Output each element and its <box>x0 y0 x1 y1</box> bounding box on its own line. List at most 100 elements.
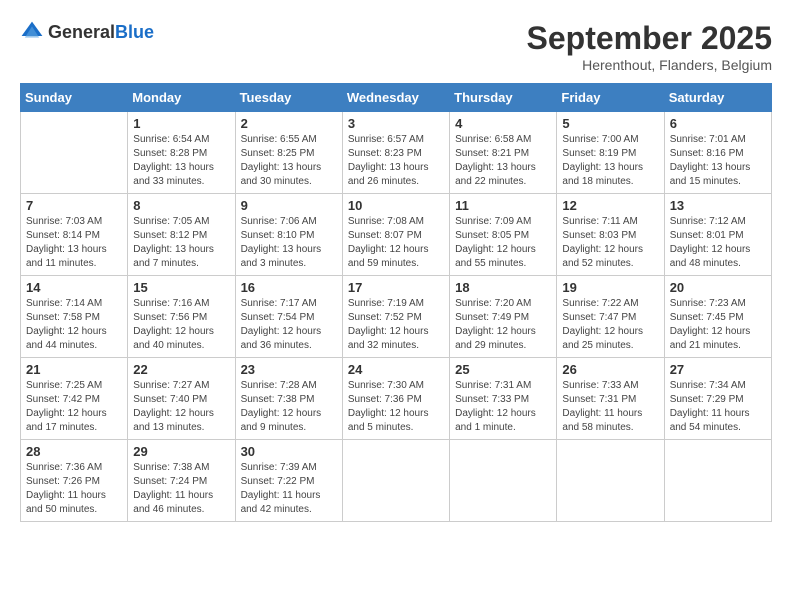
day-number: 2 <box>241 116 337 131</box>
day-info: Sunrise: 7:39 AM Sunset: 7:22 PM Dayligh… <box>241 461 337 517</box>
calendar-cell: 7 Sunrise: 7:03 AM Sunset: 8:14 PM Daylig… <box>21 194 128 276</box>
day-number: 20 <box>670 280 766 295</box>
calendar-cell: 15 Sunrise: 7:16 AM Sunset: 7:56 PM Dayli… <box>128 276 235 358</box>
day-info: Sunrise: 7:27 AM Sunset: 7:40 PM Dayligh… <box>133 379 229 435</box>
day-number: 14 <box>26 280 122 295</box>
calendar-week-row-3: 14 Sunrise: 7:14 AM Sunset: 7:58 PM Dayli… <box>21 276 772 358</box>
calendar-week-row-2: 7 Sunrise: 7:03 AM Sunset: 8:14 PM Daylig… <box>21 194 772 276</box>
day-info: Sunrise: 7:12 AM Sunset: 8:01 PM Dayligh… <box>670 215 766 271</box>
calendar-cell: 10Sunrise: 7:08 AM Sunset: 8:07 PM Dayli… <box>342 194 449 276</box>
day-number: 4 <box>455 116 551 131</box>
location-title: Herenthout, Flanders, Belgium <box>527 57 772 73</box>
day-info: Sunrise: 7:31 AM Sunset: 7:33 PM Dayligh… <box>455 379 551 435</box>
day-info: Sunrise: 7:14 AM Sunset: 7:58 PM Dayligh… <box>26 297 122 353</box>
calendar-cell: 26 Sunrise: 7:33 AM Sunset: 7:31 PM Dayli… <box>557 358 664 440</box>
day-info: Sunrise: 7:23 AM Sunset: 7:45 PM Dayligh… <box>670 297 766 353</box>
day-number: 18 <box>455 280 551 295</box>
day-number: 23 <box>241 362 337 377</box>
day-info: Sunrise: 7:03 AM Sunset: 8:14 PM Dayligh… <box>26 215 122 271</box>
calendar-week-row-4: 21 Sunrise: 7:25 AM Sunset: 7:42 PM Dayli… <box>21 358 772 440</box>
calendar-cell <box>21 112 128 194</box>
calendar-cell: 12 Sunrise: 7:11 AM Sunset: 8:03 PM Dayli… <box>557 194 664 276</box>
calendar-cell: 25Sunrise: 7:31 AM Sunset: 7:33 PM Dayli… <box>450 358 557 440</box>
calendar-header-wednesday: Wednesday <box>342 84 449 112</box>
calendar-header-thursday: Thursday <box>450 84 557 112</box>
calendar-week-row-1: 1 Sunrise: 6:54 AM Sunset: 8:28 PM Daylig… <box>21 112 772 194</box>
day-number: 10 <box>348 198 444 213</box>
day-info: Sunrise: 7:01 AM Sunset: 8:16 PM Dayligh… <box>670 133 766 189</box>
day-info: Sunrise: 7:28 AM Sunset: 7:38 PM Dayligh… <box>241 379 337 435</box>
calendar-cell: 29 Sunrise: 7:38 AM Sunset: 7:24 PM Dayli… <box>128 440 235 522</box>
calendar-cell: 6 Sunrise: 7:01 AM Sunset: 8:16 PM Daylig… <box>664 112 771 194</box>
day-info: Sunrise: 6:54 AM Sunset: 8:28 PM Dayligh… <box>133 133 229 189</box>
calendar-cell: 22 Sunrise: 7:27 AM Sunset: 7:40 PM Dayli… <box>128 358 235 440</box>
day-number: 26 <box>562 362 658 377</box>
day-number: 21 <box>26 362 122 377</box>
day-number: 17 <box>348 280 444 295</box>
calendar-cell: 30 Sunrise: 7:39 AM Sunset: 7:22 PM Dayli… <box>235 440 342 522</box>
calendar-cell: 8 Sunrise: 7:05 AM Sunset: 8:12 PM Daylig… <box>128 194 235 276</box>
day-number: 9 <box>241 198 337 213</box>
calendar-cell <box>557 440 664 522</box>
calendar-table: SundayMondayTuesdayWednesdayThursdayFrid… <box>20 83 772 522</box>
day-info: Sunrise: 7:25 AM Sunset: 7:42 PM Dayligh… <box>26 379 122 435</box>
day-number: 3 <box>348 116 444 131</box>
calendar-week-row-5: 28Sunrise: 7:36 AM Sunset: 7:26 PM Dayli… <box>21 440 772 522</box>
day-number: 6 <box>670 116 766 131</box>
calendar-cell: 20 Sunrise: 7:23 AM Sunset: 7:45 PM Dayli… <box>664 276 771 358</box>
logo-text-blue: Blue <box>115 22 154 42</box>
title-area: September 2025 Herenthout, Flanders, Bel… <box>527 20 772 73</box>
day-number: 15 <box>133 280 229 295</box>
day-number: 5 <box>562 116 658 131</box>
day-info: Sunrise: 7:00 AM Sunset: 8:19 PM Dayligh… <box>562 133 658 189</box>
calendar-cell <box>450 440 557 522</box>
calendar-cell: 2 Sunrise: 6:55 AM Sunset: 8:25 PM Daylig… <box>235 112 342 194</box>
calendar-header-row: SundayMondayTuesdayWednesdayThursdayFrid… <box>21 84 772 112</box>
day-number: 13 <box>670 198 766 213</box>
day-number: 24 <box>348 362 444 377</box>
day-number: 12 <box>562 198 658 213</box>
day-number: 1 <box>133 116 229 131</box>
calendar-cell: 14 Sunrise: 7:14 AM Sunset: 7:58 PM Dayli… <box>21 276 128 358</box>
calendar-cell <box>664 440 771 522</box>
day-number: 7 <box>26 198 122 213</box>
calendar-cell: 19 Sunrise: 7:22 AM Sunset: 7:47 PM Dayli… <box>557 276 664 358</box>
day-number: 11 <box>455 198 551 213</box>
day-number: 22 <box>133 362 229 377</box>
day-info: Sunrise: 6:57 AM Sunset: 8:23 PM Dayligh… <box>348 133 444 189</box>
calendar-cell: 4 Sunrise: 6:58 AM Sunset: 8:21 PM Daylig… <box>450 112 557 194</box>
calendar-cell: 28Sunrise: 7:36 AM Sunset: 7:26 PM Dayli… <box>21 440 128 522</box>
day-number: 28 <box>26 444 122 459</box>
calendar-cell: 13 Sunrise: 7:12 AM Sunset: 8:01 PM Dayli… <box>664 194 771 276</box>
logo-icon <box>20 20 44 44</box>
day-number: 16 <box>241 280 337 295</box>
calendar-cell: 17 Sunrise: 7:19 AM Sunset: 7:52 PM Dayli… <box>342 276 449 358</box>
logo: GeneralBlue <box>20 20 154 44</box>
day-info: Sunrise: 6:55 AM Sunset: 8:25 PM Dayligh… <box>241 133 337 189</box>
day-info: Sunrise: 7:22 AM Sunset: 7:47 PM Dayligh… <box>562 297 658 353</box>
day-info: Sunrise: 7:33 AM Sunset: 7:31 PM Dayligh… <box>562 379 658 435</box>
month-title: September 2025 <box>527 20 772 57</box>
calendar-cell: 24Sunrise: 7:30 AM Sunset: 7:36 PM Dayli… <box>342 358 449 440</box>
calendar-cell: 16 Sunrise: 7:17 AM Sunset: 7:54 PM Dayli… <box>235 276 342 358</box>
day-info: Sunrise: 7:38 AM Sunset: 7:24 PM Dayligh… <box>133 461 229 517</box>
calendar-header-friday: Friday <box>557 84 664 112</box>
day-info: Sunrise: 7:05 AM Sunset: 8:12 PM Dayligh… <box>133 215 229 271</box>
day-info: Sunrise: 7:17 AM Sunset: 7:54 PM Dayligh… <box>241 297 337 353</box>
day-info: Sunrise: 7:11 AM Sunset: 8:03 PM Dayligh… <box>562 215 658 271</box>
day-info: Sunrise: 6:58 AM Sunset: 8:21 PM Dayligh… <box>455 133 551 189</box>
day-number: 29 <box>133 444 229 459</box>
day-number: 8 <box>133 198 229 213</box>
calendar-header-saturday: Saturday <box>664 84 771 112</box>
day-info: Sunrise: 7:20 AM Sunset: 7:49 PM Dayligh… <box>455 297 551 353</box>
day-number: 30 <box>241 444 337 459</box>
day-number: 19 <box>562 280 658 295</box>
calendar-cell <box>342 440 449 522</box>
day-info: Sunrise: 7:16 AM Sunset: 7:56 PM Dayligh… <box>133 297 229 353</box>
logo-text-general: General <box>48 22 115 42</box>
day-info: Sunrise: 7:19 AM Sunset: 7:52 PM Dayligh… <box>348 297 444 353</box>
calendar-cell: 18 Sunrise: 7:20 AM Sunset: 7:49 PM Dayli… <box>450 276 557 358</box>
calendar-header-monday: Monday <box>128 84 235 112</box>
day-number: 27 <box>670 362 766 377</box>
calendar-cell: 21 Sunrise: 7:25 AM Sunset: 7:42 PM Dayli… <box>21 358 128 440</box>
